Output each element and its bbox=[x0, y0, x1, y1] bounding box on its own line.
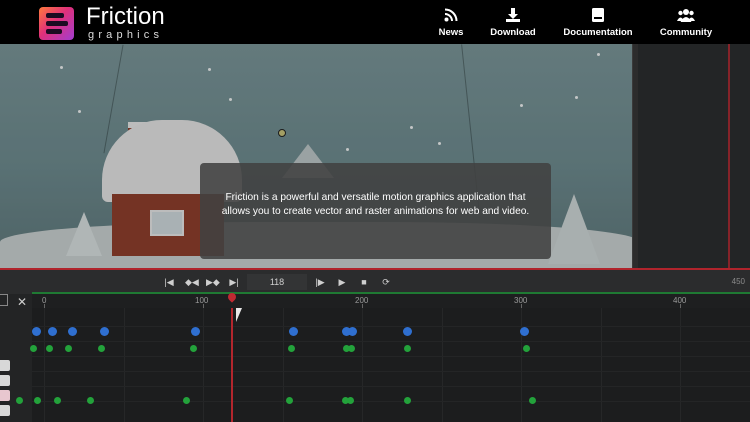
keyframe[interactable] bbox=[286, 397, 293, 404]
panel-edge bbox=[632, 44, 638, 268]
ruler-label: 100 bbox=[195, 296, 209, 305]
keyframe[interactable] bbox=[404, 397, 411, 404]
properties-panel bbox=[632, 44, 750, 268]
keyframe[interactable] bbox=[100, 327, 109, 336]
keyframe[interactable] bbox=[520, 327, 529, 336]
mouse-pointer-icon bbox=[236, 308, 242, 322]
keyframe-tracks[interactable] bbox=[16, 291, 750, 422]
keyframe[interactable] bbox=[529, 397, 536, 404]
frame-ruler[interactable]: 0 100 200 300 400 bbox=[32, 294, 750, 308]
layer-toggle[interactable] bbox=[0, 375, 10, 386]
keyframe[interactable] bbox=[30, 345, 37, 352]
keyframe[interactable] bbox=[288, 345, 295, 352]
nav-news[interactable]: News bbox=[438, 8, 464, 42]
download-icon bbox=[505, 8, 521, 22]
playhead[interactable] bbox=[226, 291, 238, 422]
keyframe[interactable] bbox=[404, 345, 411, 352]
loop-icon[interactable]: ⟳ bbox=[380, 276, 392, 288]
keyframe[interactable] bbox=[289, 327, 298, 336]
keyframe[interactable] bbox=[87, 397, 94, 404]
keyframe[interactable] bbox=[98, 345, 105, 352]
keyframe[interactable] bbox=[183, 397, 190, 404]
close-icon[interactable]: ✕ bbox=[17, 295, 27, 309]
keyframe[interactable] bbox=[190, 345, 197, 352]
nav-documentation[interactable]: Documentation bbox=[563, 8, 633, 42]
users-icon bbox=[677, 8, 695, 22]
keyframe[interactable] bbox=[34, 397, 41, 404]
nav-download[interactable]: Download bbox=[490, 8, 536, 42]
keyframe[interactable] bbox=[16, 397, 23, 404]
keyframe[interactable] bbox=[348, 327, 357, 336]
stop-icon[interactable]: ■ bbox=[358, 276, 370, 288]
nav-news-label: News bbox=[438, 27, 464, 38]
keyframe[interactable] bbox=[403, 327, 412, 336]
panel-guide-line bbox=[728, 44, 730, 268]
keyframe[interactable] bbox=[32, 327, 41, 336]
keyframe[interactable] bbox=[65, 345, 72, 352]
go-to-end-icon[interactable]: ▶| bbox=[228, 276, 240, 288]
nav-community[interactable]: Community bbox=[659, 8, 713, 42]
keyframe[interactable] bbox=[191, 327, 200, 336]
brand-name[interactable]: Friction bbox=[86, 4, 165, 30]
go-to-start-icon[interactable]: |◀ bbox=[163, 276, 175, 288]
layer-toggle[interactable] bbox=[0, 405, 10, 416]
play-preview-icon[interactable]: |▶ bbox=[314, 276, 326, 288]
timeline-panel: |◀ ◆◀ ▶◆ ▶| 118 |▶ ▶ ■ ⟳ 450 ✕ 0 100 200… bbox=[0, 268, 750, 422]
layer-toggle[interactable] bbox=[0, 390, 10, 401]
keyframe[interactable] bbox=[523, 345, 530, 352]
nav-download-label: Download bbox=[490, 27, 536, 38]
end-frame-label: 450 bbox=[731, 277, 745, 286]
next-keyframe-icon[interactable]: ▶◆ bbox=[206, 276, 220, 288]
friction-logo-icon[interactable] bbox=[39, 7, 74, 40]
previous-keyframe-icon[interactable]: ◆◀ bbox=[185, 276, 199, 288]
layer-toggle[interactable] bbox=[0, 360, 10, 371]
keyframe[interactable] bbox=[347, 397, 354, 404]
current-frame-field[interactable]: 118 bbox=[247, 274, 307, 290]
intro-overlay: Friction is a powerful and versatile mot… bbox=[200, 163, 551, 259]
rss-icon bbox=[443, 8, 459, 22]
keyframe[interactable] bbox=[48, 327, 57, 336]
transport-bar: |◀ ◆◀ ▶◆ ▶| 118 |▶ ▶ ■ ⟳ 450 bbox=[0, 270, 750, 294]
top-navbar: Friction graphics News Download Document… bbox=[0, 0, 750, 44]
play-icon[interactable]: ▶ bbox=[336, 276, 348, 288]
keyframe[interactable] bbox=[68, 327, 77, 336]
keyframe[interactable] bbox=[54, 397, 61, 404]
layer-bracket-icon bbox=[0, 294, 8, 306]
keyframe[interactable] bbox=[46, 345, 53, 352]
keyframe[interactable] bbox=[348, 345, 355, 352]
nav-community-label: Community bbox=[659, 27, 713, 38]
intro-text: Friction is a powerful and versatile mot… bbox=[221, 192, 530, 217]
nav-documentation-label: Documentation bbox=[563, 27, 633, 38]
book-icon bbox=[590, 8, 606, 22]
brand-subtitle: graphics bbox=[88, 29, 164, 41]
